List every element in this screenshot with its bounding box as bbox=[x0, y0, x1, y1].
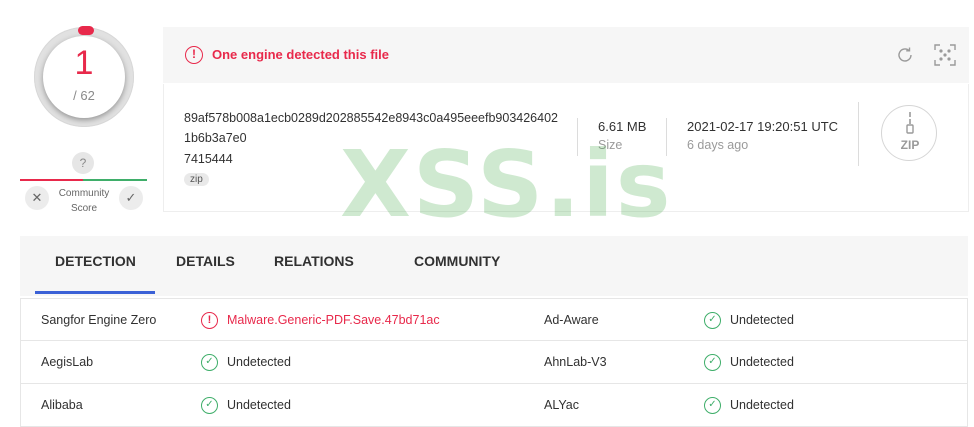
detection-result: Undetected bbox=[730, 313, 794, 327]
tab-detection[interactable]: DETECTION bbox=[55, 253, 136, 269]
similar-files-icon[interactable] bbox=[933, 43, 957, 67]
divider bbox=[858, 102, 859, 166]
analysis-date-relative: 6 days ago bbox=[687, 138, 749, 152]
check-circle-icon: ✓ bbox=[704, 354, 721, 371]
detection-result: Undetected bbox=[227, 355, 291, 369]
file-name: 7415444 bbox=[184, 152, 233, 166]
engine-name: AhnLab-V3 bbox=[544, 355, 607, 369]
zip-label: ZIP bbox=[900, 138, 920, 152]
detection-table: Sangfor Engine Zero ! Malware.Generic-PD… bbox=[20, 298, 968, 427]
table-row: Alibaba ✓ Undetected ALYac ✓ Undetected bbox=[20, 384, 968, 427]
divider bbox=[577, 118, 578, 156]
engine-total: / 62 bbox=[73, 88, 95, 103]
reanalyze-icon[interactable] bbox=[894, 44, 916, 66]
engine-name: ALYac bbox=[544, 398, 579, 412]
downvote-button[interactable]: ✕ bbox=[25, 186, 49, 210]
file-hash[interactable]: 89af578b008a1ecb0289d202885542e8943c0a49… bbox=[184, 108, 564, 148]
file-size: 6.61 MB bbox=[598, 119, 647, 134]
file-tag[interactable]: zip bbox=[184, 173, 209, 186]
table-row: Sangfor Engine Zero ! Malware.Generic-PD… bbox=[20, 298, 968, 341]
detection-result: Undetected bbox=[730, 355, 794, 369]
community-score-help-icon[interactable]: ? bbox=[72, 152, 94, 174]
detection-banner: ! One engine detected this file bbox=[163, 27, 969, 83]
community-score-label-line2: Score bbox=[70, 203, 98, 214]
community-score-label: Community Score bbox=[52, 186, 116, 216]
engine-name: Sangfor Engine Zero bbox=[41, 313, 157, 327]
engine-name: Ad-Aware bbox=[544, 313, 599, 327]
tab-relations[interactable]: RELATIONS bbox=[274, 253, 354, 269]
community-score-bar-positive bbox=[83, 179, 147, 181]
detection-summary: One engine detected this file bbox=[212, 47, 389, 62]
community-score-bar-negative bbox=[20, 179, 83, 181]
zip-file-type-icon: ZIP bbox=[881, 105, 937, 161]
check-circle-icon: ✓ bbox=[704, 397, 721, 414]
active-tab-indicator bbox=[35, 291, 155, 294]
tab-details[interactable]: DETAILS bbox=[176, 253, 235, 269]
file-size-label: Size bbox=[598, 138, 623, 152]
check-circle-icon: ✓ bbox=[704, 312, 721, 329]
detection-result: Malware.Generic-PDF.Save.47bd71ac bbox=[227, 313, 440, 327]
engine-name: AegisLab bbox=[41, 355, 94, 369]
engine-name: Alibaba bbox=[41, 398, 83, 412]
table-row: AegisLab ✓ Undetected AhnLab-V3 ✓ Undete… bbox=[20, 341, 968, 384]
upvote-button[interactable]: ✓ bbox=[119, 186, 143, 210]
divider bbox=[666, 118, 667, 156]
tab-bar: DETECTION DETAILS RELATIONS COMMUNITY bbox=[20, 236, 968, 296]
check-circle-icon: ✓ bbox=[201, 397, 218, 414]
detection-result: Undetected bbox=[227, 398, 291, 412]
analysis-date: 2021-02-17 19:20:51 UTC bbox=[687, 119, 839, 134]
detection-count: 1 bbox=[74, 44, 94, 82]
tab-community[interactable]: COMMUNITY bbox=[414, 253, 500, 269]
check-circle-icon: ✓ bbox=[201, 354, 218, 371]
malicious-alert-icon: ! bbox=[201, 312, 218, 329]
detection-result: Undetected bbox=[730, 398, 794, 412]
gauge-indicator-dot bbox=[78, 26, 94, 35]
community-score-label-line1: Community bbox=[58, 188, 110, 199]
file-info-panel: 89af578b008a1ecb0289d202885542e8943c0a49… bbox=[163, 84, 969, 212]
alert-icon: ! bbox=[185, 46, 203, 64]
